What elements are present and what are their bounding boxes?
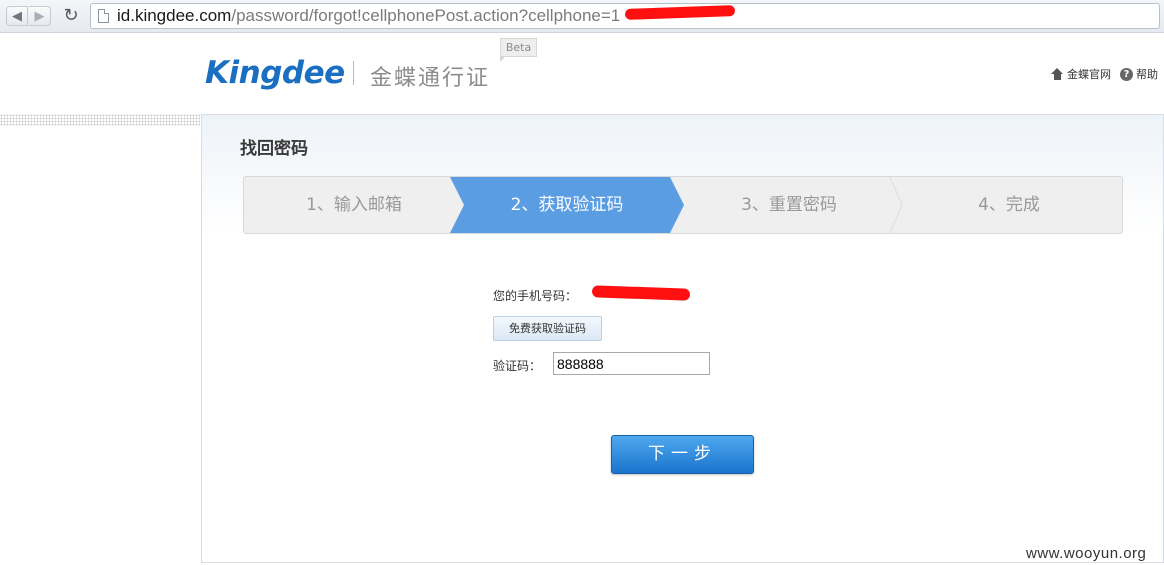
next-step-button[interactable]: 下一步 (611, 435, 754, 474)
top-links: 金蝶官网 ? 帮助 (1051, 66, 1158, 82)
redaction-mark (624, 5, 736, 20)
kingdee-logo[interactable]: Kingdee (205, 55, 345, 91)
product-name: 金蝶通行证 (370, 66, 491, 91)
verification-code-input[interactable] (553, 352, 710, 375)
progress-steps: 1、输入邮箱 2、获取验证码 3、重置密码 4、完成 (243, 176, 1123, 234)
home-icon (1051, 68, 1064, 80)
back-icon[interactable]: ◀ (6, 6, 28, 26)
beta-badge-tail (500, 56, 506, 62)
address-bar[interactable]: id.kingdee.com/password/forgot!cellphone… (90, 3, 1160, 29)
password-recovery-panel: 找回密码 1、输入邮箱 2、获取验证码 3、重置密码 4、完成 您的手机号码： … (201, 114, 1164, 563)
url-host: id.kingdee.com (117, 6, 232, 25)
step-complete: 4、完成 (978, 195, 1040, 215)
phone-label: 您的手机号码： (493, 289, 578, 303)
reload-icon[interactable]: ↻ (60, 6, 82, 26)
step-get-code: 2、获取验证码 (450, 177, 684, 233)
beta-badge: Beta (500, 38, 537, 57)
step-enter-email: 1、输入邮箱 (306, 195, 402, 215)
dotted-divider (0, 114, 200, 126)
logo-divider (353, 61, 354, 85)
browser-toolbar: ◀ ▶ ↻ id.kingdee.com/password/forgot!cel… (0, 0, 1164, 33)
url-text: id.kingdee.com/password/forgot!cellphone… (117, 5, 620, 27)
url-path: /password/forgot!cellphonePost.action?ce… (231, 6, 621, 25)
code-label: 验证码： (493, 359, 542, 373)
help-link[interactable]: 帮助 (1136, 66, 1158, 82)
official-site-link[interactable]: 金蝶官网 (1067, 66, 1111, 82)
watermark: www.wooyun.org (1026, 545, 1147, 562)
step-reset-password: 3、重置密码 (741, 195, 837, 215)
page-icon (98, 9, 109, 23)
forward-icon[interactable]: ▶ (29, 6, 51, 26)
send-code-button[interactable]: 免费获取验证码 (493, 316, 602, 341)
redaction-mark (591, 285, 691, 301)
page-title: 找回密码 (240, 139, 308, 159)
help-icon: ? (1120, 67, 1133, 81)
